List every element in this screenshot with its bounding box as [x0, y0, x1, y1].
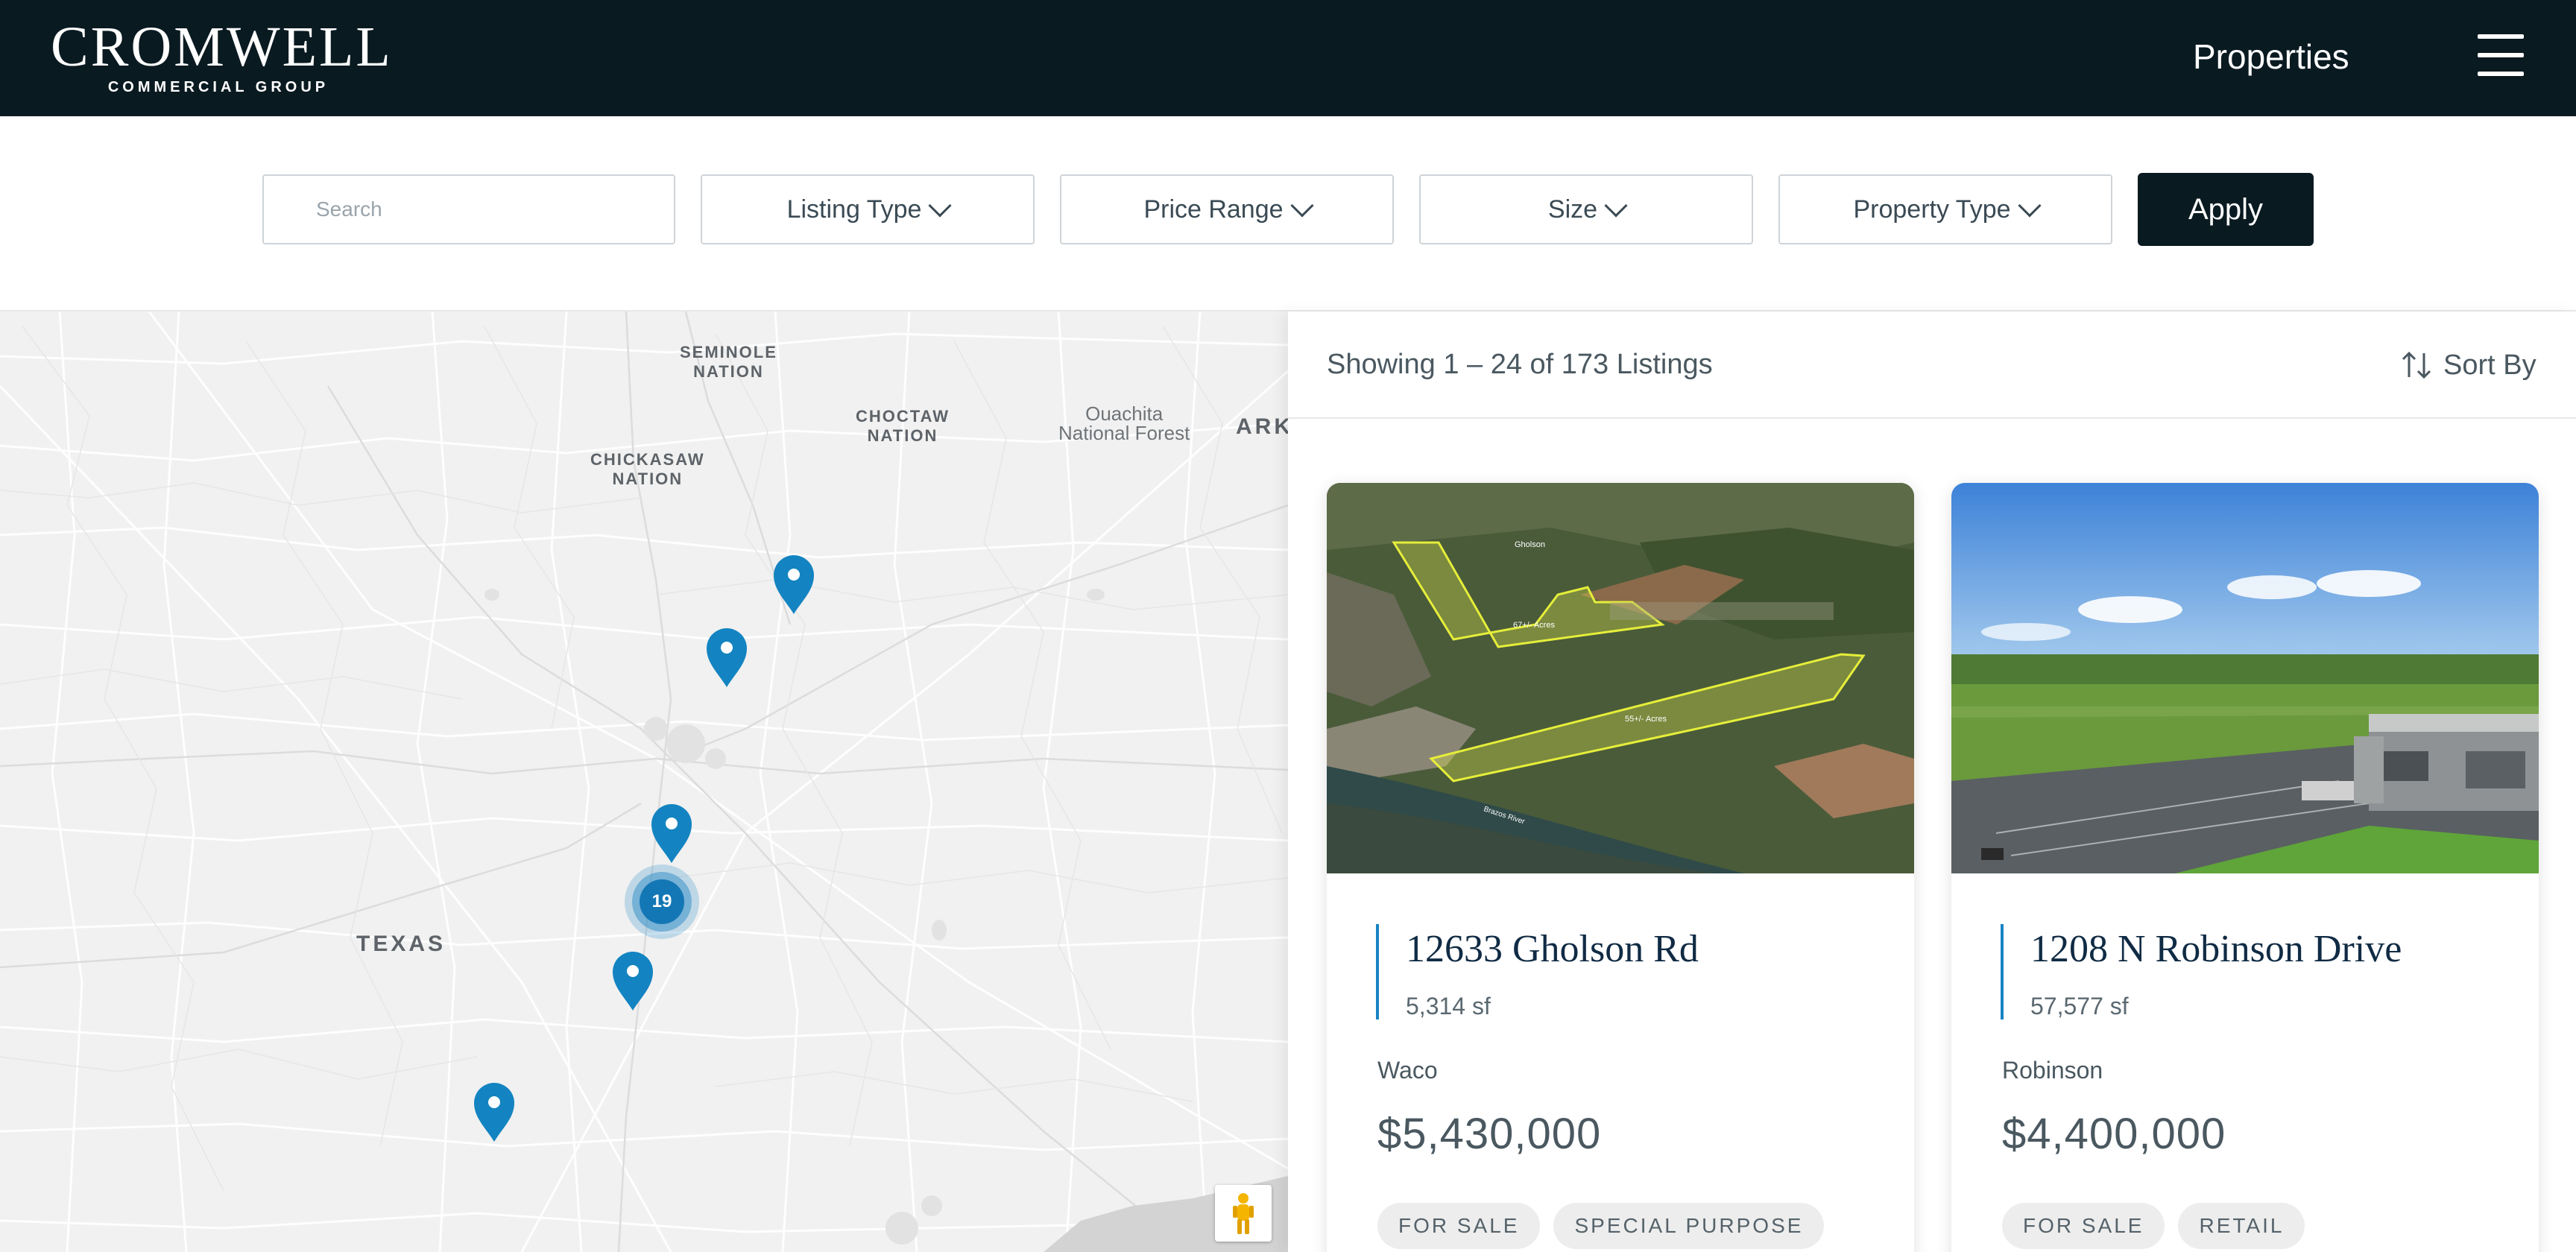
top-navigation-bar: CROMWELL COMMERCIAL GROUP Properties [0, 0, 2576, 116]
map-label-ark: ARK [1236, 414, 1288, 439]
chevron-down-icon [1604, 194, 1628, 218]
price-range-label: Price Range [1143, 195, 1284, 224]
listing-type-label: Listing Type [786, 195, 922, 224]
filter-bar: Listing Type Price Range Size Property T… [0, 116, 2576, 312]
listing-tags: FOR SALE RETAIL [2002, 1203, 2305, 1249]
map-location-pin-icon[interactable] [610, 951, 656, 1012]
tag-for-sale: FOR SALE [1377, 1203, 1541, 1249]
title-accent-rule [1376, 924, 1379, 1019]
map-location-pin-icon[interactable] [648, 803, 695, 864]
image-label-parcel-b: 55+/- Acres [1625, 715, 1667, 724]
map-label-seminole-nation: SEMINOLE NATION [680, 343, 777, 381]
size-dropdown[interactable]: Size [1419, 174, 1753, 244]
tag-for-sale: FOR SALE [2002, 1203, 2165, 1249]
chevron-down-icon [2017, 194, 2042, 218]
image-label-parcel-a: 67+/- Acres [1513, 621, 1555, 630]
sort-by-button[interactable]: Sort By [2399, 344, 2536, 386]
property-type-label: Property Type [1853, 195, 2011, 224]
listing-title[interactable]: 12633 Gholson Rd [1406, 927, 1699, 971]
chevron-down-icon [1289, 194, 1314, 218]
chevron-down-icon [928, 194, 952, 218]
listing-city: Waco [1377, 1057, 1438, 1084]
price-range-dropdown[interactable]: Price Range [1060, 174, 1394, 244]
results-count: Showing 1 – 24 of 173 Listings [1327, 349, 1713, 380]
property-type-dropdown[interactable]: Property Type [1778, 174, 2112, 244]
listing-title[interactable]: 1208 N Robinson Drive [2030, 927, 2402, 971]
listing-card[interactable]: 1208 N Robinson Drive 57,577 sf Robinson… [1951, 483, 2539, 1252]
logo-wordmark: CROMWELL [51, 16, 393, 78]
tag-special-purpose: SPECIAL PURPOSE [1553, 1203, 1825, 1249]
hamburger-menu-icon[interactable] [2478, 34, 2524, 76]
street-view-pegman-icon[interactable] [1215, 1185, 1272, 1242]
cluster-count: 19 [640, 879, 684, 924]
listing-type-dropdown[interactable]: Listing Type [701, 174, 1035, 244]
map-label-choctaw-nation: CHOCTAW NATION [856, 407, 950, 445]
map-cluster-marker[interactable]: 19 [625, 864, 699, 939]
image-label-town: Gholson [1515, 540, 1545, 549]
map-location-pin-icon[interactable] [471, 1082, 517, 1143]
sort-by-label: Sort By [2443, 349, 2536, 381]
apply-button[interactable]: Apply [2138, 173, 2314, 246]
title-accent-rule [2001, 924, 2004, 1019]
listing-price: $5,430,000 [1377, 1110, 1602, 1158]
search-input[interactable] [262, 174, 675, 244]
listings-panel: Showing 1 – 24 of 173 Listings Sort By 6… [1288, 312, 2576, 1252]
listing-price: $4,400,000 [2002, 1110, 2226, 1158]
map-label-texas: TEXAS [356, 932, 446, 956]
logo-tagline: COMMERCIAL GROUP [107, 79, 329, 95]
listing-card[interactable]: 67+/- Acres 55+/- Acres Gholson Brazos R… [1327, 483, 1914, 1252]
cromwell-logo[interactable]: CROMWELL COMMERCIAL GROUP [51, 16, 393, 100]
listing-photo-aerial: 67+/- Acres 55+/- Acres Gholson Brazos R… [1327, 483, 1914, 873]
map-label-chickasaw-nation: CHICKASAW NATION [590, 450, 705, 488]
listing-tags: FOR SALE SPECIAL PURPOSE [1377, 1203, 1825, 1249]
tag-retail: RETAIL [2178, 1203, 2305, 1249]
size-label: Size [1547, 195, 1598, 224]
map-location-pin-icon[interactable] [704, 627, 750, 689]
listing-photo-building [1951, 483, 2539, 873]
map-location-pin-icon[interactable] [771, 554, 817, 616]
listing-size: 5,314 sf [1406, 993, 1491, 1019]
map-label-ouachita-forest: Ouachita National Forest [1058, 402, 1190, 444]
map-view[interactable]: SEMINOLE NATION CHOCTAW NATION CHICKASAW… [0, 312, 1288, 1252]
listing-city: Robinson [2002, 1057, 2103, 1084]
sort-arrows-icon [2402, 351, 2431, 379]
results-header: Showing 1 – 24 of 173 Listings Sort By [1288, 312, 2576, 419]
nav-link-properties[interactable]: Properties [2193, 34, 2349, 79]
listing-size: 57,577 sf [2030, 993, 2129, 1019]
